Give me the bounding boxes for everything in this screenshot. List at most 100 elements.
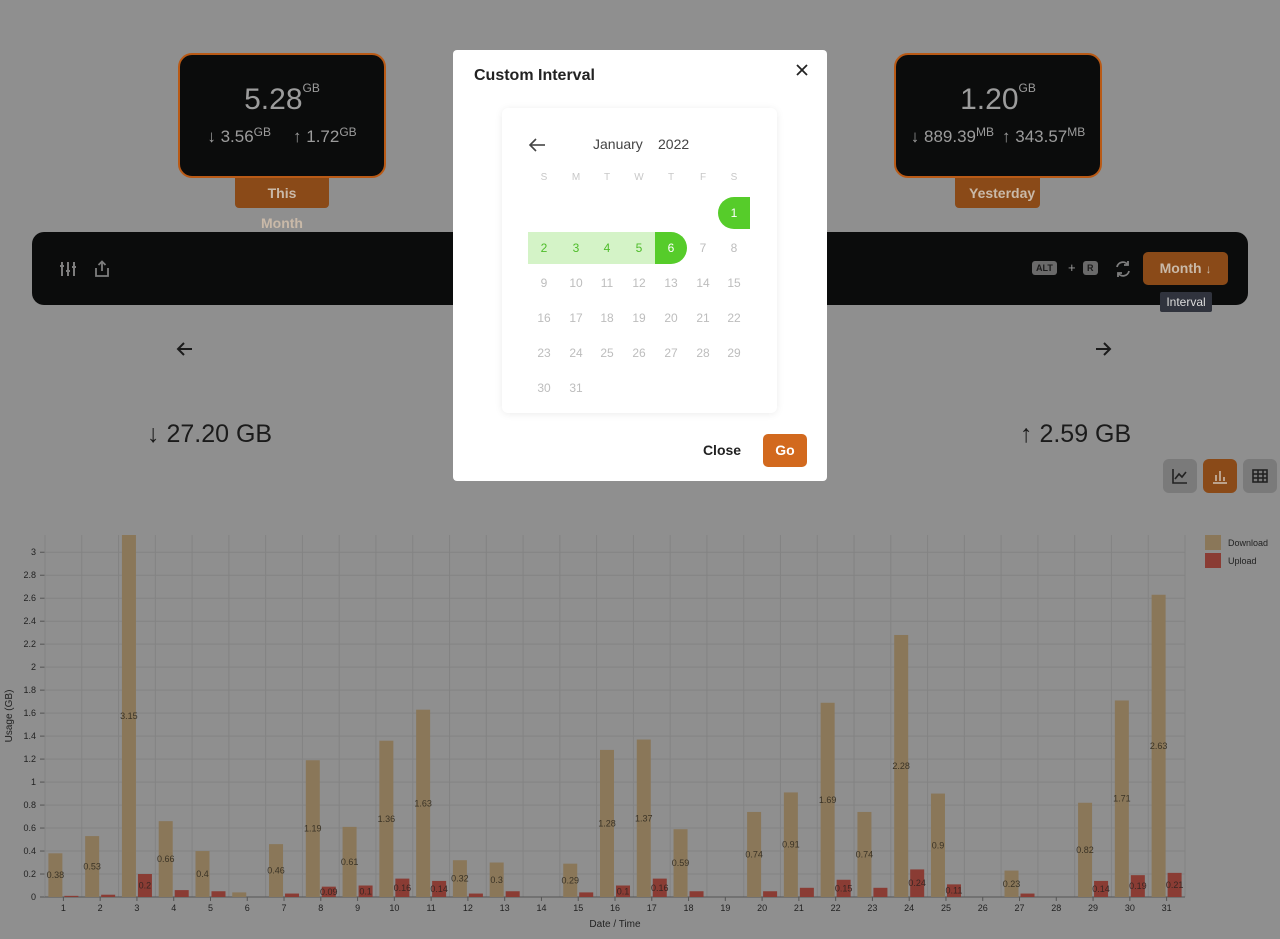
y-tick-label: 0.8 <box>23 800 36 810</box>
download-data-label: 0.32 <box>451 874 469 884</box>
calendar-day[interactable]: 13 <box>655 267 687 299</box>
calendar-day[interactable]: 5 <box>623 232 655 264</box>
x-tick-label: 12 <box>463 903 473 913</box>
calendar-day[interactable]: 8 <box>718 232 750 264</box>
upload-data-label: 0.09 <box>320 887 338 897</box>
calendar-year[interactable]: 2022 <box>658 136 689 152</box>
download-data-label: 1.19 <box>304 824 322 834</box>
y-tick-label: 2.2 <box>23 639 36 649</box>
y-tick-label: 1.6 <box>23 708 36 718</box>
calendar-day[interactable]: 17 <box>560 302 592 334</box>
calendar-day[interactable]: 3 <box>560 232 592 264</box>
calendar-day[interactable]: 16 <box>528 302 560 334</box>
calendar-month[interactable]: January <box>593 136 643 152</box>
calendar-day[interactable]: 20 <box>655 302 687 334</box>
calendar-day[interactable]: 18 <box>591 302 623 334</box>
previous-period-icon[interactable] <box>174 338 196 360</box>
x-tick-label: 4 <box>171 903 176 913</box>
yesterday-download: ↓ 889.39MB <box>910 125 994 146</box>
calendar-day[interactable]: 15 <box>718 267 750 299</box>
calendar-day[interactable]: 25 <box>591 337 623 369</box>
close-button[interactable]: Close <box>695 434 749 466</box>
table-view-button[interactable] <box>1243 459 1277 493</box>
total-download-value: 27.20 GB <box>166 420 273 448</box>
custom-interval-dialog: Custom Interval January 2022 SMTWTFS1234… <box>453 50 827 481</box>
x-tick-label: 24 <box>904 903 914 913</box>
calendar-day[interactable]: 6 <box>655 232 687 264</box>
line-chart-view-button[interactable] <box>1163 459 1197 493</box>
calendar-day[interactable]: 21 <box>687 302 719 334</box>
upload-data-label: 0.1 <box>617 886 630 896</box>
x-tick-label: 10 <box>389 903 399 913</box>
refresh-icon[interactable] <box>1113 259 1133 279</box>
upload-data-label: 0.14 <box>1092 884 1110 894</box>
download-data-label: 2.63 <box>1150 741 1168 751</box>
x-tick-label: 3 <box>134 903 139 913</box>
interval-button[interactable]: Month ↓ <box>1143 252 1228 285</box>
download-data-label: 0.3 <box>490 875 503 885</box>
download-data-label: 0.82 <box>1076 845 1094 855</box>
x-tick-label: 28 <box>1051 903 1061 913</box>
calendar-day[interactable]: 1 <box>718 197 750 229</box>
calendar-day[interactable]: 23 <box>528 337 560 369</box>
upload-bar <box>579 892 594 897</box>
calendar-day[interactable]: 28 <box>687 337 719 369</box>
calendar-day[interactable]: 10 <box>560 267 592 299</box>
weekday-header: S <box>730 172 738 183</box>
interval-button-label: Month <box>1159 260 1202 276</box>
calendar-day[interactable]: 2 <box>528 232 560 264</box>
upload-bar <box>64 895 79 897</box>
download-data-label: 0.4 <box>196 869 209 879</box>
bar-chart-view-button[interactable] <box>1203 459 1237 493</box>
download-data-label: 0.61 <box>341 857 359 867</box>
calendar-day[interactable]: 30 <box>528 372 560 404</box>
upload-bar <box>174 890 189 897</box>
calendar-day[interactable]: 27 <box>655 337 687 369</box>
alt-key-badge: ALT <box>1032 261 1057 275</box>
unit: GB <box>302 81 320 95</box>
y-tick-label: 1 <box>31 777 36 787</box>
calendar-day[interactable]: 26 <box>623 337 655 369</box>
x-tick-label: 1 <box>61 903 66 913</box>
x-tick-label: 11 <box>426 903 435 913</box>
calendar-day[interactable]: 4 <box>591 232 623 264</box>
calendar-day[interactable]: 24 <box>560 337 592 369</box>
download-data-label: 0.74 <box>745 849 763 859</box>
download-data-label: 0.53 <box>83 862 101 872</box>
calendar-day[interactable]: 14 <box>687 267 719 299</box>
calendar-day[interactable]: 22 <box>718 302 750 334</box>
calendar-day[interactable]: 31 <box>560 372 592 404</box>
share-icon[interactable] <box>92 259 112 279</box>
yesterday-label: Yesterday <box>955 178 1040 208</box>
download-data-label: 0.23 <box>1003 879 1021 889</box>
sliders-icon[interactable] <box>58 259 78 279</box>
weekday-header: W <box>634 172 644 183</box>
y-tick-label: 0.6 <box>23 823 36 833</box>
calendar-day[interactable]: 19 <box>623 302 655 334</box>
shortcut-plus: + <box>1068 260 1076 275</box>
close-icon[interactable] <box>794 62 810 78</box>
next-period-icon[interactable] <box>1092 338 1114 360</box>
yesterday-card: 1.20GB ↓ 889.39MB ↑ 343.57MB <box>894 53 1102 178</box>
total-download: ↓ 27.20 GB <box>147 420 273 448</box>
download-data-label: 0.38 <box>47 870 65 880</box>
calendar-day[interactable]: 12 <box>623 267 655 299</box>
calendar-day[interactable]: 29 <box>718 337 750 369</box>
calendar-day[interactable]: 9 <box>528 267 560 299</box>
calendar-day[interactable]: 11 <box>591 267 623 299</box>
y-tick-label: 2.4 <box>23 616 36 626</box>
line-chart-icon <box>1172 469 1187 484</box>
upload-bar <box>101 894 116 897</box>
upload-data-label: 0.15 <box>835 883 853 893</box>
download-data-label: 0.46 <box>267 866 285 876</box>
upload-data-label: 0.21 <box>1166 880 1184 890</box>
go-button[interactable]: Go <box>763 434 807 467</box>
weekday-header: S <box>540 172 548 183</box>
this-month-card: 5.28GB ↓ 3.56GB ↑ 1.72GB <box>178 53 386 178</box>
download-data-label: 1.36 <box>378 814 396 824</box>
calendar-day[interactable]: 7 <box>687 232 719 264</box>
x-tick-label: 22 <box>831 903 841 913</box>
previous-month-icon[interactable] <box>528 137 546 153</box>
weekday-header: T <box>667 172 675 183</box>
x-tick-label: 19 <box>720 903 730 913</box>
